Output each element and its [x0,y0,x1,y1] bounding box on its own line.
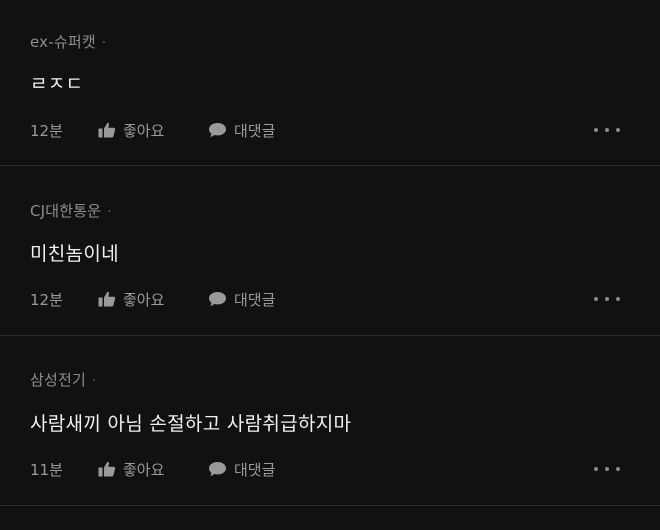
speech-bubble-icon [209,292,226,307]
more-options-button[interactable] [594,288,620,310]
comment-item: CJ대한통운 · 미친놈이네 12분 좋아요 대댓글 [0,166,660,336]
reply-label: 대댓글 [234,121,276,140]
reply-label: 대댓글 [234,290,276,309]
comment-time: 12분 [30,121,63,140]
speech-bubble-icon [209,123,226,138]
like-label: 좋아요 [123,121,165,140]
comment-author[interactable]: ex-슈퍼캣 [30,33,96,51]
reply-button[interactable]: 대댓글 [208,289,275,310]
comment-body: ㄹㅈㄷ [30,73,84,95]
author-separator-dot: · [92,374,97,389]
more-dots-icon [594,297,598,301]
reply-label: 대댓글 [234,460,276,479]
more-options-button[interactable] [594,458,620,480]
comment-meta: 12분 좋아요 대댓글 [30,119,275,141]
thumbs-up-icon [98,122,116,138]
author-separator-dot: · [101,36,107,51]
more-dots-icon [594,467,598,471]
more-dot [605,128,609,132]
like-button[interactable]: 좋아요 [98,120,208,141]
more-dot [616,467,620,471]
comment-time: 11분 [30,460,63,479]
comment-author-row: 삼성전기 · [30,369,96,390]
like-label: 좋아요 [123,290,165,309]
reply-button[interactable]: 대댓글 [208,120,275,141]
comment-item: 삼성전기 · 사람새끼 아님 손절하고 사람취급하지마 11분 좋아요 대댓글 [0,336,660,506]
more-dot [605,467,609,471]
like-button[interactable]: 좋아요 [98,459,208,480]
comment-time: 12분 [30,290,63,309]
comment-body: 미친놈이네 [30,243,119,265]
like-button[interactable]: 좋아요 [98,289,208,310]
more-options-button[interactable] [594,119,620,141]
like-label: 좋아요 [123,460,165,479]
comment-author[interactable]: CJ대한통운 [30,202,101,220]
comment-body: 사람새끼 아님 손절하고 사람취급하지마 [30,413,352,435]
comment-author[interactable]: 삼성전기 [30,371,86,389]
more-dot [616,128,620,132]
comment-author-row: CJ대한통운 · [30,200,112,221]
thumbs-up-icon [98,461,116,477]
more-dot [605,297,609,301]
more-dot [616,297,620,301]
comment-author-row: ex-슈퍼캣 · [30,31,106,52]
comment-meta: 12분 좋아요 대댓글 [30,288,275,310]
author-separator-dot: · [107,205,112,220]
more-dots-icon [594,128,598,132]
comment-meta: 11분 좋아요 대댓글 [30,458,275,480]
thumbs-up-icon [98,291,116,307]
reply-button[interactable]: 대댓글 [208,459,275,480]
speech-bubble-icon [209,462,226,477]
comment-item: ex-슈퍼캣 · ㄹㅈㄷ 12분 좋아요 대댓글 [0,0,660,166]
